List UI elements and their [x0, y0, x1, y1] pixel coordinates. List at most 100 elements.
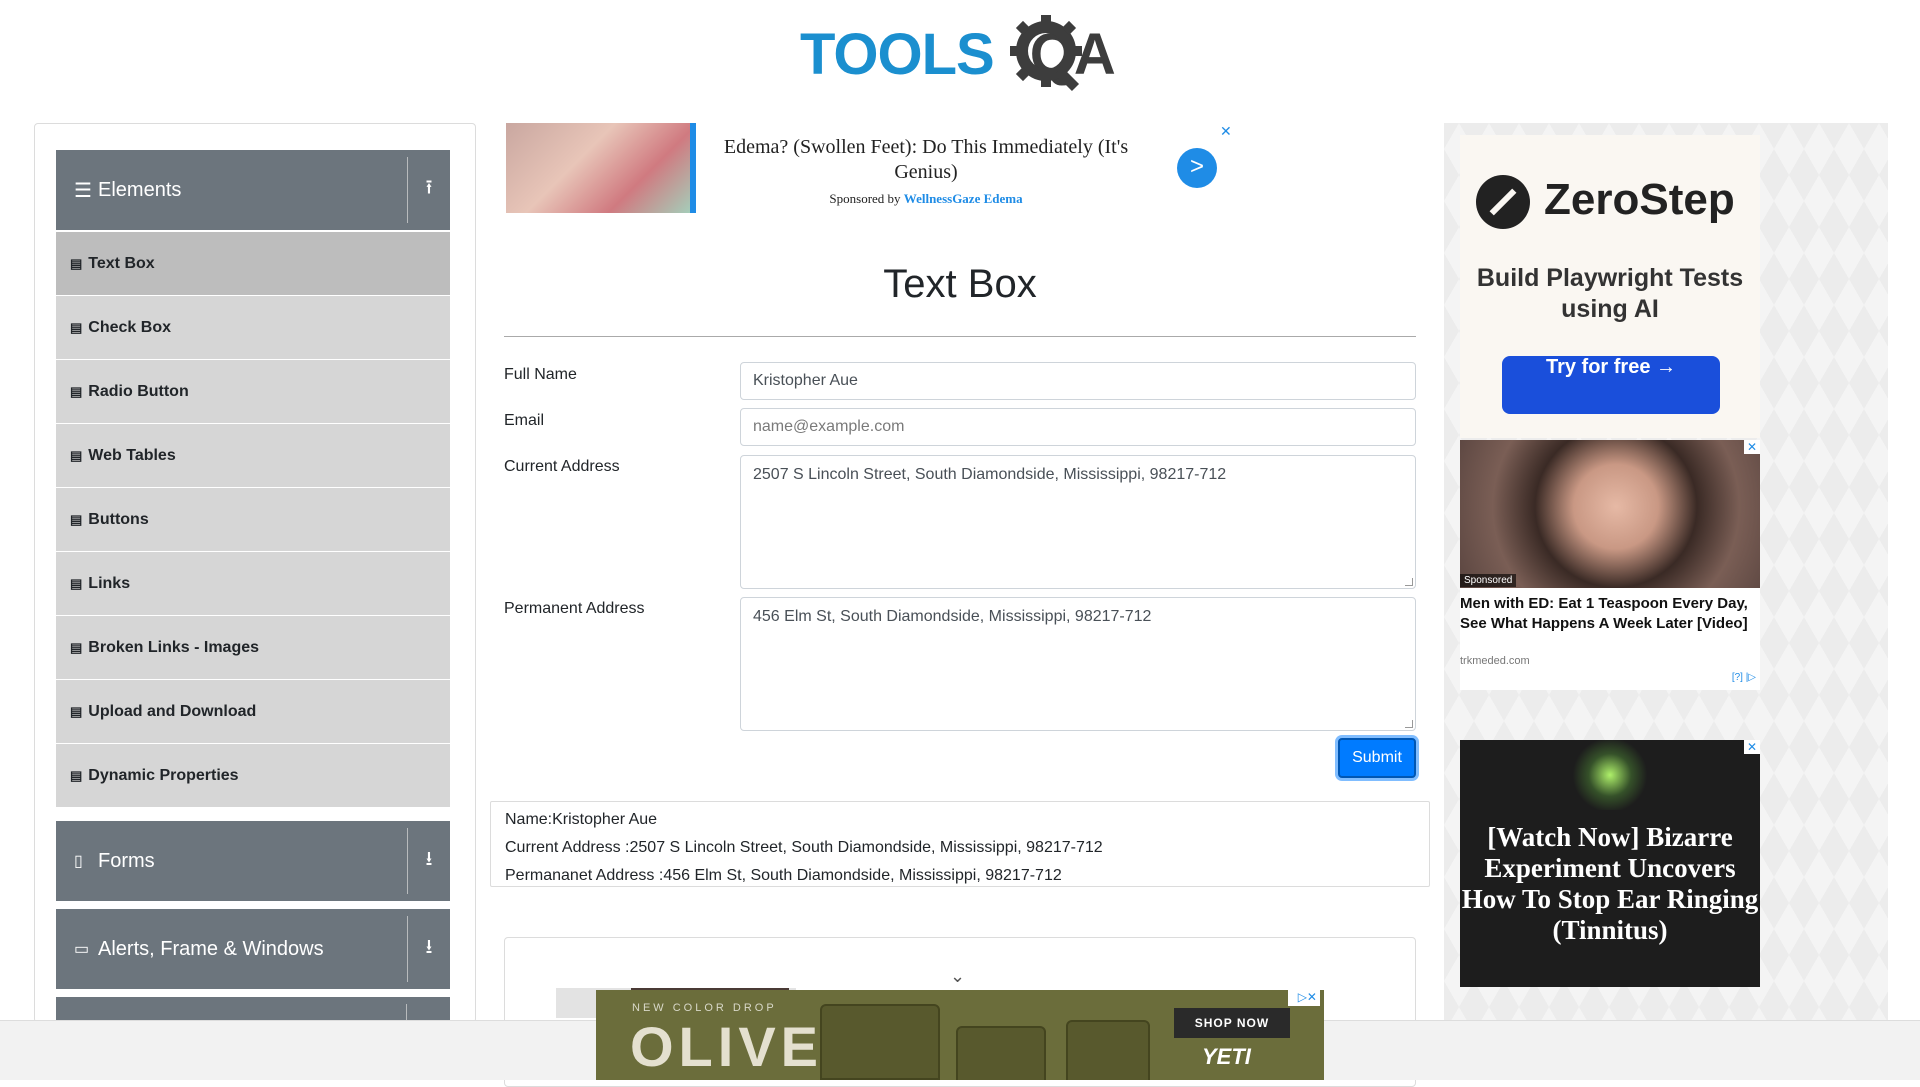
- divider: [407, 916, 408, 982]
- adchoices-icon[interactable]: [?] |▷: [1732, 672, 1756, 683]
- ad-title[interactable]: Edema? (Swollen Feet): Do This Immediate…: [696, 135, 1156, 185]
- ad-image-portrait: [1460, 440, 1760, 588]
- menu-item-label: Links: [88, 574, 131, 592]
- bag-image: [1066, 1020, 1150, 1080]
- permanent-address-textarea[interactable]: 456 Elm St, South Diamondside, Mississip…: [740, 597, 1416, 731]
- list-icon: ▤: [70, 447, 83, 463]
- current-address-text: 2507 S Lincoln Street, South Diamondside…: [753, 466, 1227, 483]
- group-forms-label: Forms: [98, 849, 155, 872]
- gear-icon: [1010, 15, 1082, 91]
- output-name: Name:Kristopher Aue: [505, 811, 658, 828]
- form-icon: ▯: [74, 853, 83, 870]
- group-elements[interactable]: ☰ Elements ⭱: [56, 150, 450, 230]
- sponsored-ed-ad[interactable]: Sponsored ✕ Men with ED: Eat 1 Teaspoon …: [1460, 440, 1760, 690]
- full-name-label: Full Name: [504, 366, 577, 383]
- try-for-free-button[interactable]: Try for free →: [1502, 356, 1720, 414]
- menu-item-text-box[interactable]: ▤ Text Box: [56, 231, 450, 295]
- top-banner-ad[interactable]: Edema? (Swollen Feet): Do This Immediate…: [506, 123, 1232, 213]
- menu-item-label: Check Box: [88, 318, 171, 336]
- menu-item-broken-links[interactable]: ▤ Broken Links - Images: [56, 615, 450, 679]
- chevron-down-icon[interactable]: ⌄: [950, 966, 965, 987]
- current-address-textarea[interactable]: 2507 S Lincoln Street, South Diamondside…: [740, 455, 1416, 589]
- close-icon[interactable]: ✕: [1743, 440, 1760, 454]
- cooler-image: [956, 1026, 1046, 1080]
- close-icon[interactable]: ✕: [1220, 123, 1232, 140]
- menu-item-label: Text Box: [88, 254, 155, 272]
- ad-image-glow: [1570, 740, 1650, 810]
- menu-item-upload-download[interactable]: ▤ Upload and Download: [56, 679, 450, 743]
- email-input[interactable]: name@example.com: [740, 408, 1416, 446]
- menu-item-links[interactable]: ▤ Links: [56, 551, 450, 615]
- list-icon: ▤: [70, 639, 83, 655]
- permanent-address-label: Permanent Address: [504, 600, 645, 617]
- tinnitus-ad-title[interactable]: [Watch Now] Bizarre Experiment Uncovers …: [1460, 822, 1760, 946]
- resize-handle-icon[interactable]: [1405, 578, 1413, 586]
- divider: [407, 157, 408, 223]
- group-alerts-label: Alerts, Frame & Windows: [98, 937, 324, 960]
- yeti-headline: OLIVE: [630, 1015, 824, 1078]
- tinnitus-ad[interactable]: [Watch Now] Bizarre Experiment Uncovers …: [1460, 740, 1760, 987]
- ad-sponsor-name[interactable]: WellnessGaze Edema: [904, 191, 1023, 206]
- logo-tools-text: TOOLS: [800, 22, 995, 87]
- menu-item-label: Buttons: [88, 510, 149, 528]
- ad-sponsored-prefix: Sponsored by: [829, 191, 901, 206]
- menu-item-label: Web Tables: [88, 446, 176, 464]
- zerostep-name: ZeroStep: [1544, 175, 1735, 224]
- group-forms[interactable]: ▯ Forms ⭳: [56, 821, 450, 901]
- current-address-label: Current Address: [504, 458, 620, 475]
- output-box: Name:Kristopher Aue Current Address :250…: [490, 801, 1430, 887]
- ed-ad-title[interactable]: Men with ED: Eat 1 Teaspoon Every Day, S…: [1460, 594, 1760, 634]
- email-label: Email: [504, 412, 545, 429]
- list-icon: ▤: [70, 511, 83, 527]
- zerostep-logo-icon: [1476, 175, 1530, 229]
- list-icon: ▤: [70, 383, 83, 399]
- group-elements-label: Elements: [98, 178, 182, 201]
- output-current-address: Current Address :2507 S Lincoln Street, …: [505, 839, 1103, 856]
- zerostep-tagline: Build Playwright Tests using AI: [1476, 264, 1744, 323]
- divider: [407, 828, 408, 894]
- menu-item-label: Radio Button: [88, 382, 189, 400]
- full-name-input[interactable]: Kristopher Aue: [740, 362, 1416, 400]
- resize-handle-icon[interactable]: [1405, 720, 1413, 728]
- expand-down-icon[interactable]: ⭳: [408, 844, 450, 878]
- menu-item-label: Upload and Download: [88, 702, 257, 720]
- submit-button[interactable]: Submit: [1338, 738, 1416, 778]
- permanent-address-text: 456 Elm St, South Diamondside, Mississip…: [753, 608, 1152, 625]
- output-permanent-address: Permananet Address :456 Elm St, South Di…: [505, 867, 1062, 884]
- collapse-up-icon[interactable]: ⭱: [408, 173, 450, 207]
- group-alerts-frame-windows[interactable]: ▭ Alerts, Frame & Windows ⭳: [56, 909, 450, 989]
- menu-item-radio-button[interactable]: ▤ Radio Button: [56, 359, 450, 423]
- expand-down-icon[interactable]: ⭳: [408, 932, 450, 966]
- yeti-subheading: NEW COLOR DROP: [632, 1002, 777, 1014]
- menu-item-dynamic-properties[interactable]: ▤ Dynamic Properties: [56, 743, 450, 807]
- window-icon: ▭: [74, 941, 90, 958]
- backpack-image: [820, 1004, 940, 1080]
- menu-item-buttons[interactable]: ▤ Buttons: [56, 487, 450, 551]
- arrow-right-icon[interactable]: >: [1177, 148, 1217, 188]
- ad-image-feet: [506, 123, 690, 213]
- sponsored-badge: Sponsored: [1460, 574, 1517, 587]
- menu-item-web-tables[interactable]: ▤ Web Tables: [56, 423, 450, 487]
- zerostep-ad[interactable]: ZeroStep Build Playwright Tests using AI…: [1460, 135, 1760, 438]
- menu-item-label: Dynamic Properties: [88, 766, 239, 784]
- yeti-banner-ad[interactable]: NEW COLOR DROP OLIVE SHOP NOW YETI ▷✕: [596, 990, 1324, 1080]
- yeti-brand: YETI: [1202, 1044, 1251, 1069]
- left-sidebar: ☰ Elements ⭱ ▤ Text Box ▤ Check Box ▤ Radio…: [34, 123, 476, 1023]
- list-icon: ▤: [70, 575, 83, 591]
- ed-ad-source: trkmeded.com: [1460, 655, 1530, 667]
- elements-menu: ▤ Text Box ▤ Check Box ▤ Radio Button ▤ Web …: [56, 231, 450, 807]
- list-icon: ▤: [70, 703, 83, 719]
- close-icon[interactable]: ▷✕: [1288, 990, 1320, 1006]
- menu-item-label: Broken Links - Images: [88, 638, 260, 656]
- list-icon: ▤: [70, 767, 83, 783]
- page-title: Text Box: [883, 262, 1037, 306]
- list-icon: ▤: [70, 255, 83, 271]
- hamburger-icon: ☰: [74, 179, 92, 202]
- close-icon[interactable]: ✕: [1743, 740, 1760, 754]
- shop-now-button[interactable]: SHOP NOW: [1174, 1008, 1290, 1038]
- menu-item-check-box[interactable]: ▤ Check Box: [56, 295, 450, 359]
- list-icon: ▤: [70, 319, 83, 335]
- toolsqa-logo[interactable]: TOOLSQA: [800, 15, 1125, 91]
- title-divider: [504, 336, 1416, 337]
- ad-sponsor-line: Sponsored by WellnessGaze Edema: [696, 191, 1156, 207]
